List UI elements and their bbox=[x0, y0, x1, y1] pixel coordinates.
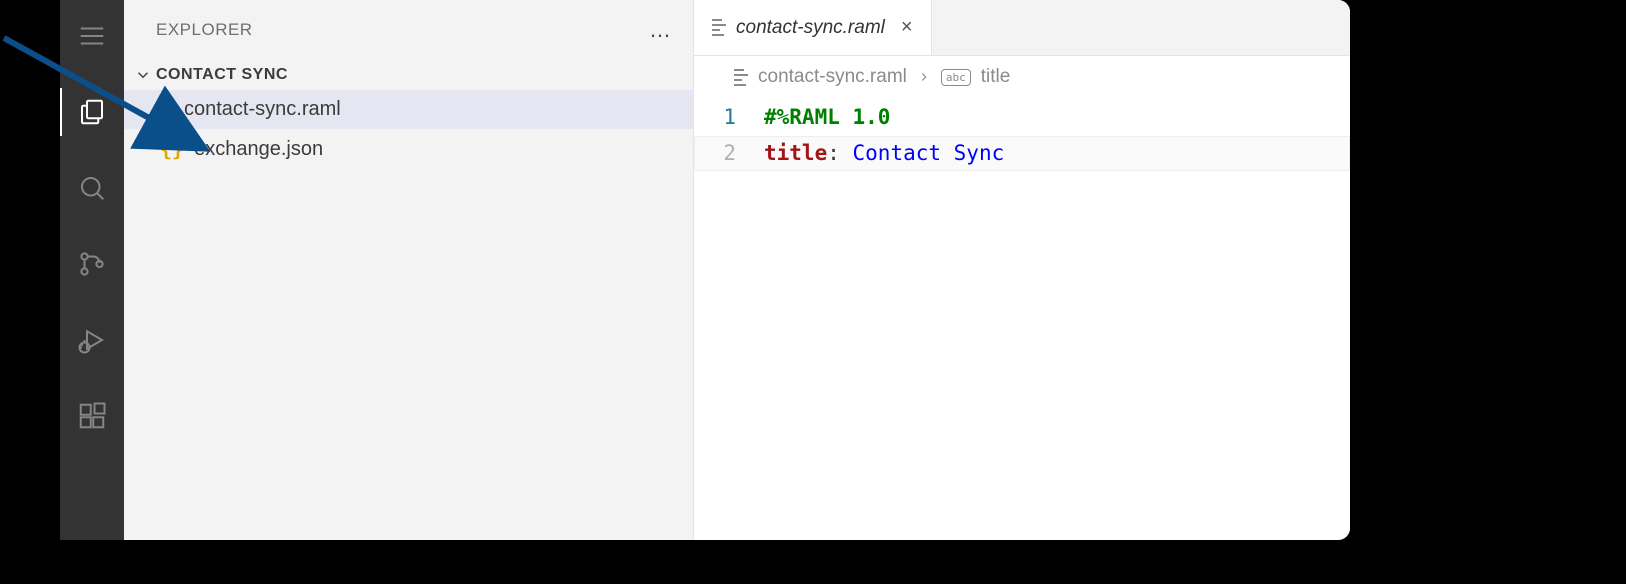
symbol-kind-icon: abc bbox=[941, 69, 971, 86]
line-number: 2 bbox=[694, 136, 764, 172]
explorer-more-icon[interactable]: … bbox=[649, 17, 673, 43]
code-token: : bbox=[827, 141, 852, 165]
explorer-header: EXPLORER … bbox=[124, 0, 693, 60]
file-item-raml[interactable]: contact-sync.raml bbox=[124, 90, 693, 129]
breadcrumb[interactable]: contact-sync.raml abc title bbox=[694, 56, 1350, 98]
tab-label: contact-sync.raml bbox=[736, 17, 885, 39]
code-token: Contact Sync bbox=[853, 141, 1005, 165]
explorer-icon[interactable] bbox=[60, 88, 124, 136]
search-icon[interactable] bbox=[60, 164, 124, 212]
code-editor[interactable]: 1 #%RAML 1.0 2 title: Contact Sync bbox=[694, 98, 1350, 540]
file-lines-icon bbox=[712, 19, 726, 36]
breadcrumb-file: contact-sync.raml bbox=[758, 66, 907, 88]
file-braces-icon: {} bbox=[160, 137, 184, 161]
file-item-json[interactable]: {} exchange.json bbox=[124, 129, 693, 169]
folder-name: CONTACT SYNC bbox=[156, 66, 288, 84]
code-line: 2 title: Contact Sync bbox=[694, 136, 1350, 172]
code-token: #%RAML 1.0 bbox=[764, 100, 890, 136]
source-control-icon[interactable] bbox=[60, 240, 124, 288]
vscode-window: EXPLORER … CONTACT SYNC contact-sync.ram… bbox=[60, 0, 1350, 540]
extensions-icon[interactable] bbox=[60, 392, 124, 440]
file-lines-icon bbox=[734, 69, 748, 86]
explorer-sidebar: EXPLORER … CONTACT SYNC contact-sync.ram… bbox=[124, 0, 694, 540]
tab-contact-sync[interactable]: contact-sync.raml × bbox=[694, 0, 932, 55]
activity-bar bbox=[60, 0, 124, 540]
file-lines-icon bbox=[160, 101, 174, 118]
explorer-title: EXPLORER bbox=[156, 20, 253, 40]
close-icon[interactable]: × bbox=[901, 16, 913, 39]
folder-header[interactable]: CONTACT SYNC bbox=[124, 60, 693, 90]
menu-icon[interactable] bbox=[60, 12, 124, 60]
file-name: exchange.json bbox=[194, 138, 323, 161]
tab-bar: contact-sync.raml × bbox=[694, 0, 1350, 56]
code-token: title bbox=[764, 141, 827, 165]
editor-region: contact-sync.raml × contact-sync.raml ab… bbox=[694, 0, 1350, 540]
file-name: contact-sync.raml bbox=[184, 98, 341, 121]
chevron-right-icon bbox=[917, 70, 931, 84]
run-debug-icon[interactable] bbox=[60, 316, 124, 364]
chevron-down-icon bbox=[134, 66, 152, 84]
line-number: 1 bbox=[694, 100, 764, 136]
code-line: 1 #%RAML 1.0 bbox=[694, 100, 1350, 136]
breadcrumb-symbol: title bbox=[981, 66, 1011, 88]
